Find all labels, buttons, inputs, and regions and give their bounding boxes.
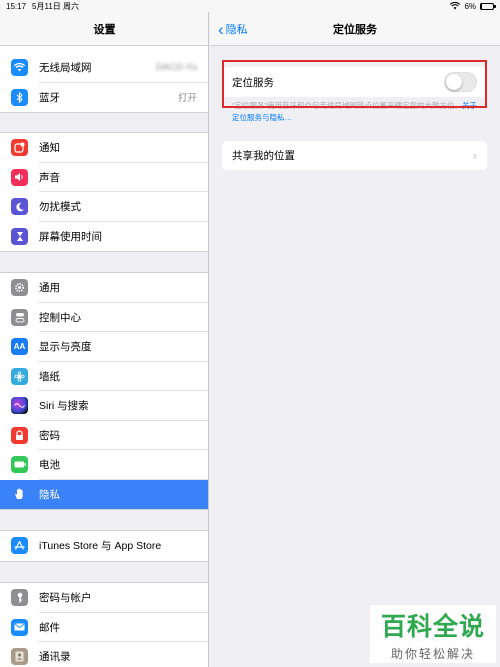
location-services-pane: ‹ 隐私 定位服务 定位服务 “定位服务”使用蓝牙和众包无线局域网热点位置来确定…: [210, 0, 500, 667]
sidebar-item-label: 电池: [39, 459, 60, 472]
chevron-right-icon: ›: [472, 148, 477, 163]
sidebar-item-privacy[interactable]: 隐私: [0, 479, 208, 509]
detail-navbar: ‹ 隐私 定位服务: [210, 12, 500, 46]
bluetooth-icon: [11, 88, 28, 106]
sidebar-item-contacts[interactable]: 通讯录: [0, 642, 208, 667]
sidebar-item-label: 无线局域网: [39, 62, 92, 75]
sidebar-item-label: 隐私: [39, 488, 60, 501]
key-icon: [11, 589, 28, 607]
control-center-icon: [11, 308, 28, 326]
display-icon: AA: [11, 338, 28, 356]
sidebar-item-label: 邮件: [39, 621, 60, 634]
sidebar-item-label: 显示与亮度: [39, 341, 92, 354]
sidebar-item-wifi[interactable]: 无线局域网 DACD-Yu: [0, 53, 208, 83]
sidebar-item-label: 通知: [39, 142, 60, 155]
hourglass-icon: [11, 227, 28, 245]
battery-icon: [11, 456, 28, 474]
wifi-status-icon: [450, 2, 461, 10]
highlight-box: [222, 60, 487, 108]
sidebar-item-general[interactable]: 通用: [0, 273, 208, 303]
mail-icon: [11, 618, 28, 636]
moon-icon: [11, 198, 28, 216]
sidebar-item-battery[interactable]: 电池: [0, 450, 208, 480]
sidebar-item-passcode[interactable]: 密码: [0, 421, 208, 451]
bluetooth-status: 打开: [177, 93, 197, 105]
notification-icon: [11, 139, 28, 157]
sidebar-item-notifications[interactable]: 通知: [0, 133, 208, 163]
page-title: 定位服务: [333, 23, 377, 36]
chevron-left-icon: ‹: [218, 19, 224, 39]
back-button-label: 隐私: [225, 24, 248, 36]
wifi-icon: [11, 59, 28, 77]
sidebar-item-bluetooth[interactable]: 蓝牙 打开: [0, 83, 208, 113]
sidebar-item-do-not-disturb[interactable]: 勿扰模式: [0, 192, 208, 222]
sidebar-title: 设置: [93, 23, 116, 36]
battery-percent: 6%: [464, 1, 476, 11]
sidebar-item-control-center[interactable]: 控制中心: [0, 303, 208, 333]
share-location-label: 共享我的位置: [232, 150, 295, 162]
sidebar-group-accounts: 密码与帐户 邮件 通讯录: [0, 582, 208, 667]
sidebar-item-screen-time[interactable]: 屏幕使用时间: [0, 222, 208, 252]
sidebar-item-mail[interactable]: 邮件: [0, 613, 208, 643]
share-my-location-row[interactable]: 共享我的位置 ›: [222, 141, 487, 170]
hand-icon: [11, 486, 28, 503]
sound-icon: [11, 168, 28, 186]
sidebar-item-app-store[interactable]: iTunes Store 与 App Store: [0, 531, 208, 561]
contacts-icon: [11, 648, 28, 666]
sidebar-item-label: 屏幕使用时间: [39, 230, 102, 243]
wallpaper-icon: [11, 367, 28, 385]
watermark-title: 百科全说: [380, 612, 485, 641]
sidebar-item-passwords-accounts[interactable]: 密码与帐户: [0, 583, 208, 613]
status-time: 15:17: [6, 1, 27, 11]
watermark-logo: 百科全说 助你轻松解决: [370, 605, 496, 663]
sidebar-item-label: 密码与帐户: [39, 592, 92, 605]
back-button[interactable]: ‹ 隐私: [218, 12, 248, 46]
wifi-network-name: DACD-Yu: [155, 62, 197, 74]
sidebar-item-label: 密码: [39, 429, 60, 442]
status-right: 6%: [450, 0, 496, 12]
sidebar-group-general: 通用 控制中心 AA 显示与亮度 墙纸 Siri 与搜索 密码 电池 隐私: [0, 272, 208, 510]
settings-sidebar: 设置 无线局域网 DACD-Yu 蓝牙 打开 通知 声音 勿扰模式 屏幕使用时间…: [0, 0, 209, 667]
sidebar-item-label: 控制中心: [39, 311, 81, 324]
sidebar-item-label: 勿扰模式: [39, 201, 81, 214]
sidebar-item-display[interactable]: AA 显示与亮度: [0, 332, 208, 362]
gear-icon: [11, 279, 28, 297]
battery-fill: [481, 3, 482, 9]
status-date: 5月11日 周六: [32, 1, 80, 11]
sidebar-item-label: 墙纸: [39, 370, 60, 383]
siri-icon: [11, 397, 28, 415]
sidebar-group-connectivity: 无线局域网 DACD-Yu 蓝牙 打开: [0, 38, 208, 113]
sidebar-group-notifications: 通知 声音 勿扰模式 屏幕使用时间: [0, 132, 208, 252]
app-store-icon: [11, 537, 28, 555]
sidebar-item-label: 通用: [39, 282, 60, 295]
sidebar-item-label: 通讯录: [39, 651, 71, 664]
lock-icon: [11, 426, 28, 444]
sidebar-navbar: 设置: [0, 12, 208, 46]
watermark-subtitle: 助你轻松解决: [390, 646, 475, 661]
sidebar-item-label: Siri 与搜索: [39, 400, 89, 413]
sidebar-item-wallpaper[interactable]: 墙纸: [0, 362, 208, 392]
sidebar-item-label: 蓝牙: [39, 91, 60, 104]
sidebar-item-label: 声音: [39, 171, 60, 184]
battery-status-icon: [480, 2, 496, 10]
sidebar-item-sounds[interactable]: 声音: [0, 163, 208, 193]
sidebar-item-label: iTunes Store 与 App Store: [39, 540, 162, 553]
sidebar-group-store: iTunes Store 与 App Store: [0, 530, 208, 562]
sidebar-item-siri[interactable]: Siri 与搜索: [0, 391, 208, 421]
status-bar: 15:17 5月11日 周六 6%: [0, 0, 500, 12]
